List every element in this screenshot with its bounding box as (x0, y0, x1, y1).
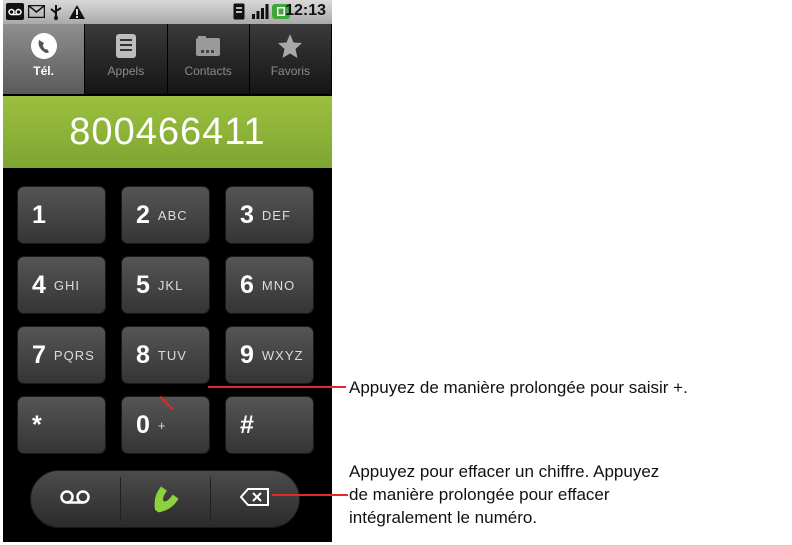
voicemail-icon (60, 489, 90, 510)
tab-phone[interactable]: Tél. (3, 24, 86, 94)
key-7[interactable]: 7 PQRS (17, 326, 106, 384)
key-1[interactable]: 1 (17, 186, 106, 244)
warning-icon (68, 3, 86, 20)
backspace-icon (239, 487, 270, 511)
tab-calls[interactable]: Appels (85, 24, 168, 94)
call-button[interactable] (121, 471, 209, 527)
signal-icon (250, 3, 270, 20)
callout-line-plus (208, 386, 346, 388)
key-hash[interactable]: # (225, 396, 314, 454)
tab-bar: Tél. Appels Contacts Favoris (3, 24, 332, 94)
dialed-number: 800466411 (69, 110, 266, 153)
dial-action-bar (30, 470, 300, 528)
tab-contacts[interactable]: Contacts (167, 24, 250, 94)
sim-icon (232, 3, 246, 20)
phone-icon (30, 32, 58, 60)
key-9[interactable]: 9 WXYZ (225, 326, 314, 384)
key-5[interactable]: 5 JKL (121, 256, 210, 314)
callout-delete-line-2: de manière prolongée pour effacer (349, 485, 610, 504)
callout-delete-line-1: Appuyez pour effacer un chiffre. Appuyez (349, 462, 660, 481)
mail-icon (27, 3, 45, 20)
star-icon (276, 32, 304, 60)
usb-icon (48, 3, 64, 20)
key-0[interactable]: 0 + (121, 396, 210, 454)
call-icon (148, 480, 182, 519)
phone-screen: 12:13 Tél. Appels Contacts Favoris 80046… (3, 0, 332, 542)
call-log-icon (112, 32, 140, 60)
callout-plus-text: Appuyez de manière prolongée pour saisir… (349, 378, 688, 397)
key-6[interactable]: 6 MNO (225, 256, 314, 314)
voicemail-button[interactable] (31, 471, 119, 527)
key-3[interactable]: 3 DEF (225, 186, 314, 244)
key-4[interactable]: 4 GHI (17, 256, 106, 314)
callout-line-delete (272, 494, 348, 496)
key-2[interactable]: 2 ABC (121, 186, 210, 244)
voicemail-notification-icon (6, 3, 24, 20)
delete-button[interactable] (211, 471, 299, 527)
key-8[interactable]: 8 TUV (121, 326, 210, 384)
callout-delete-line-3: intégralement le numéro. (349, 508, 538, 527)
number-display[interactable]: 800466411 (3, 96, 332, 168)
contacts-icon (194, 32, 222, 60)
tab-favorites[interactable]: Favoris (249, 24, 332, 94)
callout-delete-text: Appuyez pour effacer un chiffre. Appuyez… (349, 460, 659, 529)
status-bar: 12:13 (3, 0, 332, 24)
key-star[interactable]: * (17, 396, 106, 454)
status-time: 12:13 (285, 2, 326, 19)
